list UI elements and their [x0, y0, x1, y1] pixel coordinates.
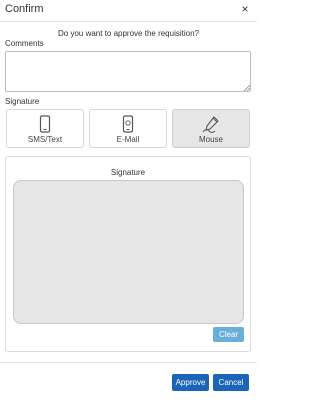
option-mouse[interactable]: Mouse: [172, 109, 250, 148]
email-phone-icon: [122, 115, 134, 133]
signature-pad[interactable]: [13, 180, 244, 324]
comments-field[interactable]: [5, 51, 251, 92]
option-mouse-label: Mouse: [198, 135, 223, 144]
signature-panel: Signature Clear: [5, 156, 251, 352]
option-sms-text-label: SMS/Text: [27, 135, 63, 144]
clear-button[interactable]: Clear: [213, 327, 244, 342]
approve-button[interactable]: Approve: [172, 374, 209, 391]
option-email-label: E-Mail: [116, 135, 140, 144]
dialog-title: Confirm: [5, 3, 44, 15]
signature-label: Signature: [5, 97, 40, 106]
option-email[interactable]: E-Mail: [89, 109, 167, 148]
mobile-phone-icon: [39, 115, 51, 133]
dialog-header: Confirm ×: [0, 0, 257, 22]
signature-panel-title: Signature: [110, 168, 146, 177]
option-sms-text[interactable]: SMS/Text: [6, 109, 84, 148]
close-icon[interactable]: ×: [239, 2, 251, 16]
approval-question: Do you want to approve the requisition?: [58, 29, 199, 38]
cancel-button[interactable]: Cancel: [213, 374, 249, 391]
footer-divider: [0, 362, 257, 363]
confirm-dialog: Confirm × Do you want to approve the req…: [0, 0, 257, 400]
comments-label: Comments: [5, 39, 44, 48]
mouse-signature-icon: [202, 116, 219, 133]
resize-grip-icon[interactable]: [243, 84, 250, 91]
